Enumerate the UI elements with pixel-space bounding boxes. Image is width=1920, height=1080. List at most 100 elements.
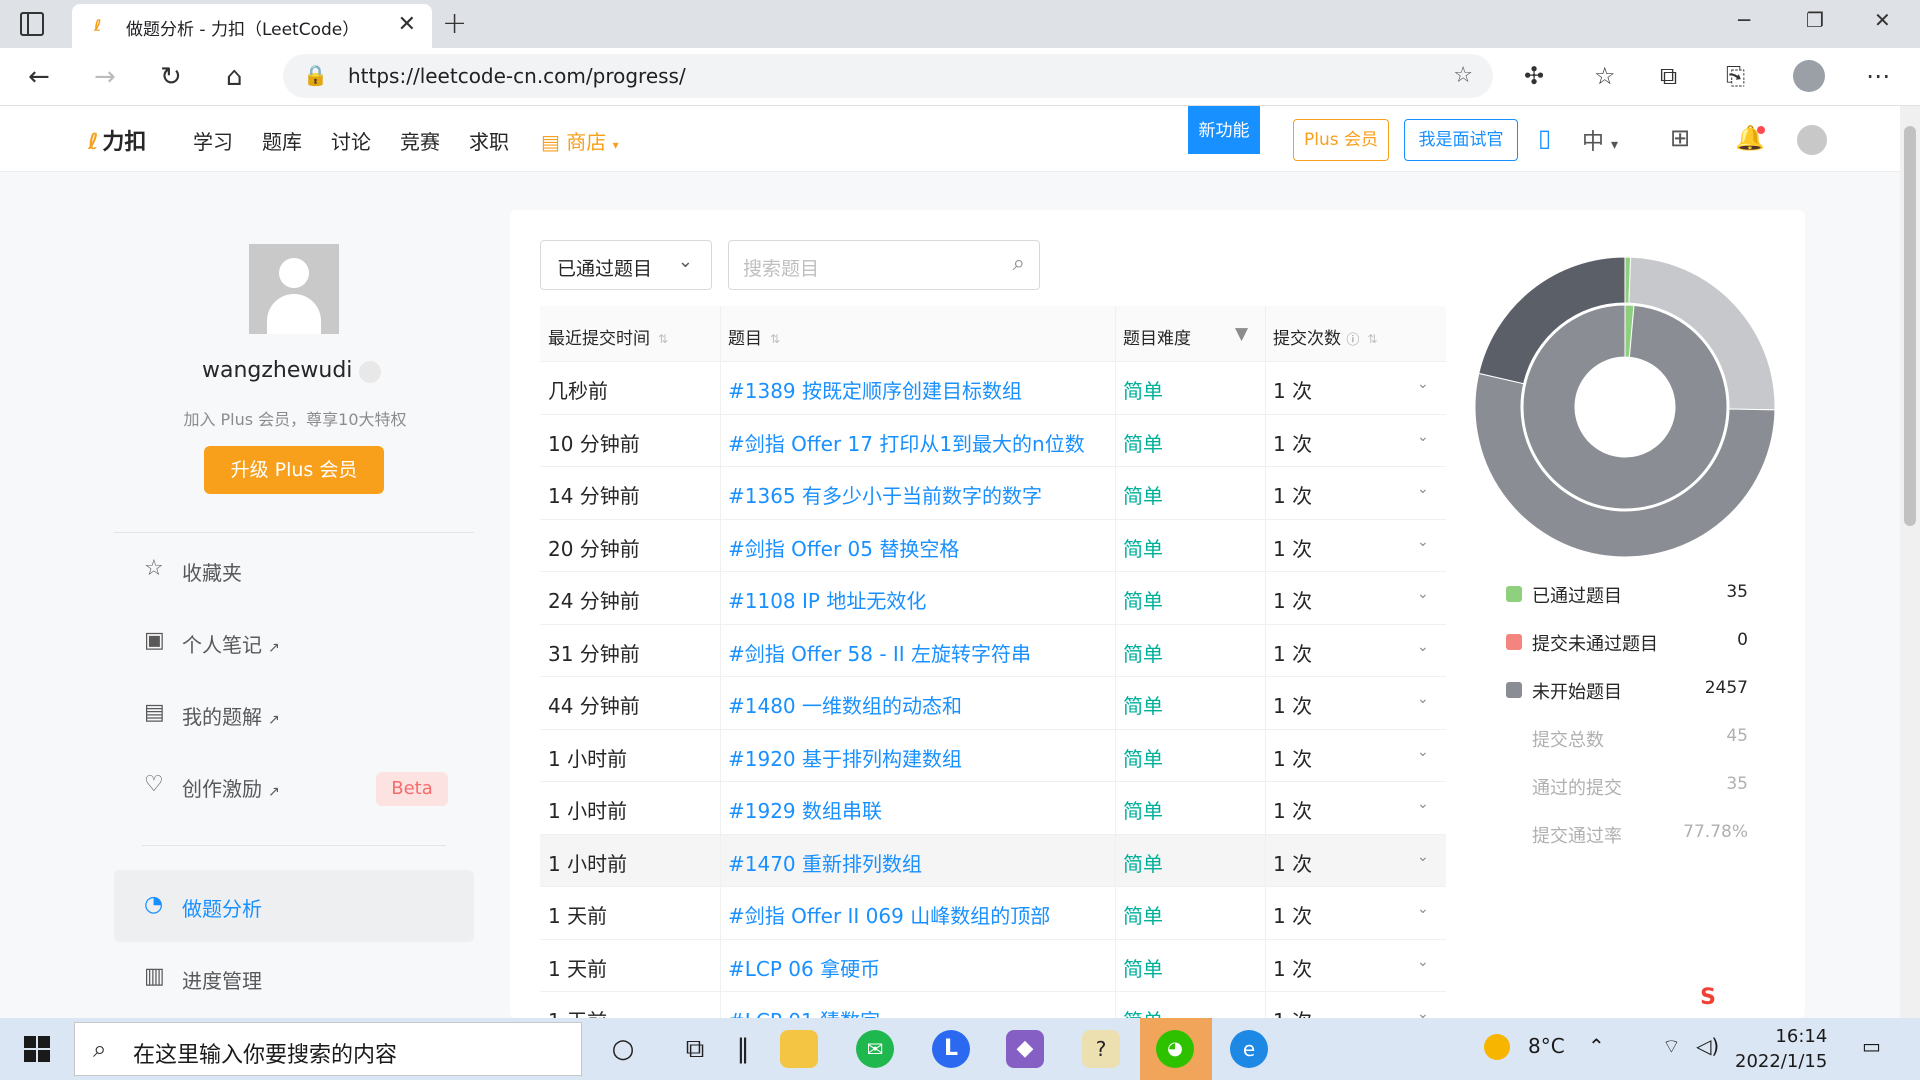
problem-link[interactable]: #1108 IP 地址无效化 — [728, 585, 926, 614]
temperature[interactable]: 8°C — [1528, 1034, 1565, 1058]
site-logo[interactable]: ℓ 力扣 — [88, 124, 146, 156]
plus-member-button[interactable]: Plus 会员 — [1293, 119, 1389, 161]
expand-row-icon[interactable]: ⌄ — [1417, 796, 1429, 812]
extensions-icon[interactable]: ✣ — [1524, 62, 1544, 90]
search-icon[interactable]: ⌕ — [1013, 251, 1025, 276]
table-row[interactable]: 10 分钟前 #剑指 Offer 17 打印从1到最大的n位数 简单 1 次 ⌄ — [540, 414, 1446, 467]
nav-discuss[interactable]: 讨论 — [331, 126, 371, 155]
header-count[interactable]: 提交次数 ⓘ ⇅ — [1273, 324, 1377, 349]
nav-problems[interactable]: 题库 — [262, 126, 302, 155]
volume-icon[interactable]: ◁) — [1696, 1034, 1719, 1058]
expand-row-icon[interactable]: ⌄ — [1417, 901, 1429, 917]
sort-icon[interactable]: ⇅ — [1367, 332, 1377, 346]
forward-icon[interactable]: → — [94, 62, 116, 92]
messaging-app-icon[interactable]: ✉ — [856, 1030, 894, 1068]
inner-ring-slice[interactable] — [1522, 304, 1728, 510]
filter-icon[interactable]: ▼ — [1235, 324, 1248, 344]
search-input[interactable]: 搜索题目 ⌕ — [728, 240, 1040, 290]
browser-tab[interactable]: ℓ 做题分析 - 力扣（LeetCode） ✕ — [72, 4, 432, 48]
home-icon[interactable]: ⌂ — [226, 62, 243, 92]
favorites-icon[interactable]: ☆ — [1594, 62, 1616, 90]
sidebar-item-progress[interactable]: ▥ 进度管理 — [114, 948, 474, 1008]
page-scrollbar[interactable] — [1900, 106, 1920, 1018]
weather-sun-icon[interactable] — [1484, 1034, 1510, 1060]
legend-item[interactable]: 未开始题目 2457 — [1506, 676, 1748, 706]
problem-link[interactable]: #1389 按既定顺序创建目标数组 — [728, 375, 1022, 404]
mobile-icon[interactable]: ▯ — [1538, 124, 1551, 152]
legend-item[interactable]: 已通过题目 35 — [1506, 580, 1748, 610]
expand-row-icon[interactable]: ⌄ — [1417, 744, 1429, 760]
table-row[interactable]: 1 天前 #剑指 Offer II 069 山峰数组的顶部 简单 1 次 ⌄ — [540, 887, 1446, 940]
problem-link[interactable]: #剑指 Offer 05 替换空格 — [728, 533, 959, 562]
problem-link[interactable]: #1365 有多少小于当前数字的数字 — [728, 480, 1042, 509]
table-row[interactable]: 几秒前 #1389 按既定顺序创建目标数组 简单 1 次 ⌄ — [540, 362, 1446, 415]
sidebar-item-analysis[interactable]: ◔ 做题分析 — [114, 870, 474, 942]
sort-icon[interactable]: ⇅ — [658, 332, 668, 346]
problem-link[interactable]: #剑指 Offer 58 - II 左旋转字符串 — [728, 638, 1031, 667]
interviewer-button[interactable]: 我是面试官 — [1404, 119, 1518, 161]
edge-icon[interactable]: e — [1230, 1030, 1268, 1068]
user-avatar[interactable] — [1797, 125, 1827, 155]
table-row[interactable]: 31 分钟前 #剑指 Offer 58 - II 左旋转字符串 简单 1 次 ⌄ — [540, 624, 1446, 677]
table-row[interactable]: 14 分钟前 #1365 有多少小于当前数字的数字 简单 1 次 ⌄ — [540, 467, 1446, 520]
share-icon[interactable]: ⎘ — [1726, 62, 1745, 90]
problem-link[interactable]: #剑指 Offer II 069 山峰数组的顶部 — [728, 900, 1050, 929]
wechat-icon[interactable]: ◕ — [1156, 1030, 1194, 1068]
sort-icon[interactable]: ⇅ — [770, 332, 780, 346]
scrollbar-thumb[interactable] — [1904, 126, 1916, 526]
add-favorite-icon[interactable]: ☆ — [1453, 63, 1473, 88]
expand-row-icon[interactable]: ⌄ — [1417, 481, 1429, 497]
system-clock[interactable]: 16:14 2022/1/15 — [1735, 1024, 1827, 1074]
help-icon[interactable]: ⓘ — [1346, 333, 1359, 348]
expand-row-icon[interactable]: ⌄ — [1417, 429, 1429, 445]
file-explorer-icon[interactable] — [780, 1030, 818, 1068]
minimize-icon[interactable]: ─ — [1738, 8, 1750, 32]
problem-link[interactable]: #1470 重新排列数组 — [728, 848, 922, 877]
playground-icon[interactable]: ⊞ — [1670, 124, 1690, 152]
sidebar-item-notes[interactable]: ▣ 个人笔记 ↗ — [114, 612, 474, 672]
table-row[interactable]: 24 分钟前 #1108 IP 地址无效化 简单 1 次 ⌄ — [540, 572, 1446, 625]
restore-icon[interactable]: ❐ — [1806, 8, 1824, 32]
table-row[interactable]: 1 小时前 #1929 数组串联 简单 1 次 ⌄ — [540, 782, 1446, 835]
table-row[interactable]: 1 小时前 #1920 基于排列构建数组 简单 1 次 ⌄ — [540, 729, 1446, 782]
notes-app-icon[interactable]: ? — [1082, 1030, 1120, 1068]
chevron-up-icon[interactable]: ⌃ — [1588, 1034, 1605, 1058]
language-switch[interactable]: 中 ▾ — [1582, 124, 1618, 156]
windows-start-icon[interactable] — [24, 1036, 50, 1062]
nav-jobs[interactable]: 求职 — [469, 126, 509, 155]
nav-contest[interactable]: 竞赛 — [400, 126, 440, 155]
expand-row-icon[interactable]: ⌄ — [1417, 691, 1429, 707]
l-app-icon[interactable]: L — [932, 1030, 970, 1068]
profile-avatar[interactable] — [249, 244, 339, 334]
visual-studio-icon[interactable]: ◆ — [1006, 1030, 1044, 1068]
header-title[interactable]: 题目 ⇅ — [728, 324, 780, 349]
status-filter-select[interactable]: 已通过题目 ⌄ — [540, 240, 712, 290]
nav-shop[interactable]: ▤ 商店 ▾ — [541, 126, 619, 155]
taskbar-search[interactable]: ⌕ 在这里输入你要搜索的内容 — [74, 1022, 582, 1076]
wifi-icon[interactable]: ⌔ — [1662, 1034, 1681, 1059]
expand-row-icon[interactable]: ⌄ — [1417, 954, 1429, 970]
expand-row-icon[interactable]: ⌄ — [1417, 534, 1429, 550]
sidebar-item-creator[interactable]: ♡ 创作激励 ↗ Beta — [114, 756, 474, 816]
table-row[interactable]: 20 分钟前 #剑指 Offer 05 替换空格 简单 1 次 ⌄ — [540, 519, 1446, 572]
tab-actions-icon[interactable] — [20, 12, 44, 36]
upgrade-plus-button[interactable]: 升级 Plus 会员 — [204, 446, 384, 494]
table-row[interactable]: 1 小时前 #1470 重新排列数组 简单 1 次 ⌄ — [540, 834, 1446, 887]
url-field[interactable]: 🔒 https://leetcode-cn.com/progress/ ☆ — [283, 54, 1493, 98]
sidebar-item-favorites[interactable]: ☆ 收藏夹 — [114, 540, 474, 600]
close-window-icon[interactable]: ✕ — [1874, 8, 1891, 32]
collections-icon[interactable]: ⧉ — [1660, 62, 1677, 90]
username[interactable]: wangzhewudi — [202, 358, 372, 383]
expand-row-icon[interactable]: ⌄ — [1417, 376, 1429, 392]
cortana-icon[interactable]: ○ — [604, 1030, 642, 1068]
new-feature-badge[interactable]: 新功能 — [1188, 106, 1260, 154]
task-view-icon[interactable]: ⧉ — [676, 1030, 714, 1068]
header-time[interactable]: 最近提交时间 ⇅ — [548, 324, 668, 349]
ime-icon[interactable]: S — [1694, 985, 1722, 1013]
expand-row-icon[interactable]: ⌄ — [1417, 849, 1429, 865]
table-row[interactable]: 44 分钟前 #1480 一维数组的动态和 简单 1 次 ⌄ — [540, 677, 1446, 730]
refresh-icon[interactable]: ↻ — [160, 62, 182, 92]
nav-study[interactable]: 学习 — [193, 126, 233, 155]
problem-link[interactable]: #1920 基于排列构建数组 — [728, 743, 962, 772]
legend-item[interactable]: 提交未通过题目 0 — [1506, 628, 1748, 658]
